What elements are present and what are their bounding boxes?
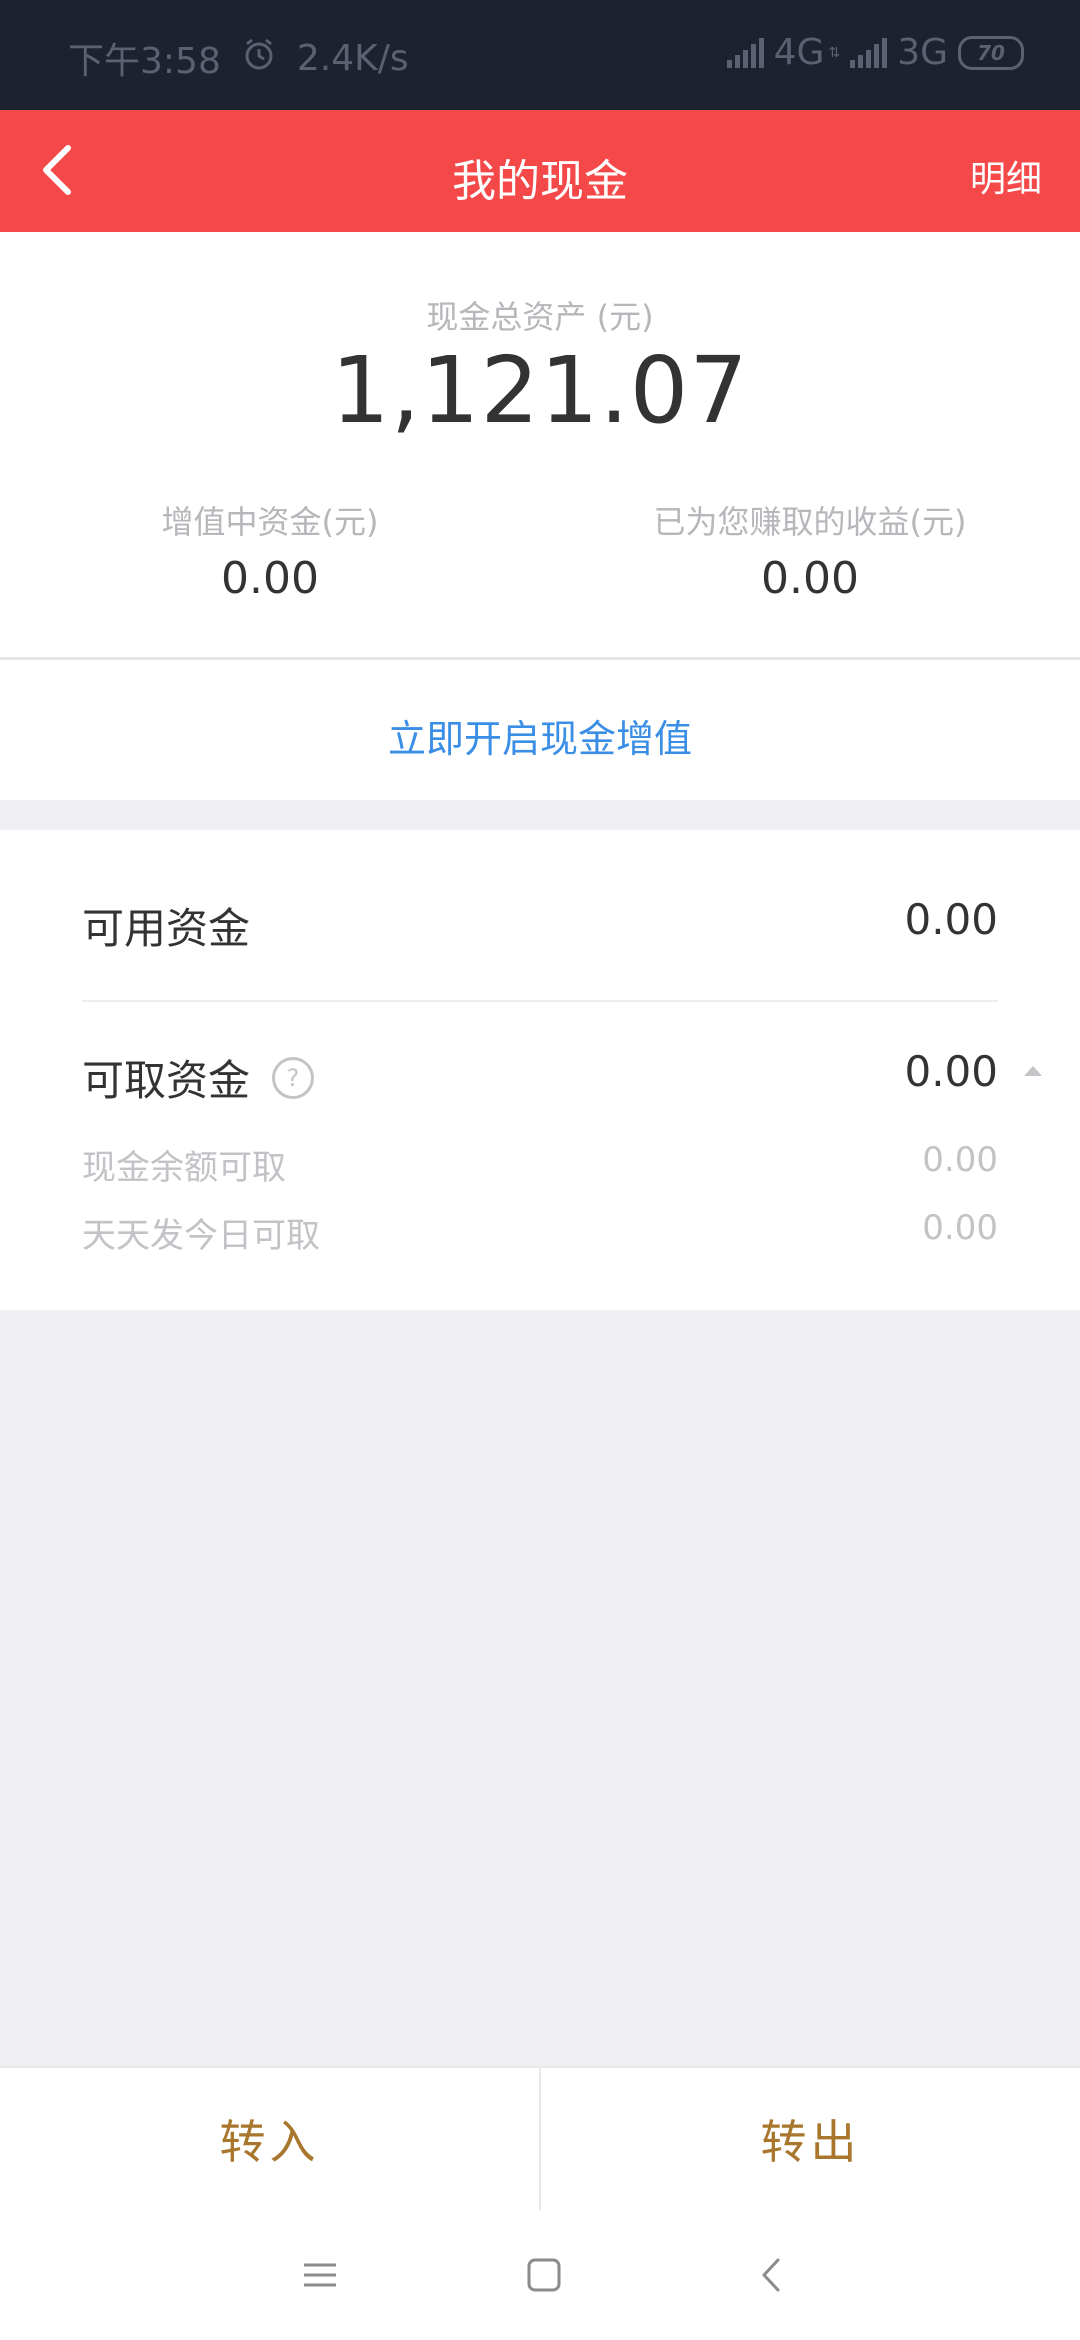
asset-summary: 现金总资产 (元) 1,121.07 增值中资金(元) 0.00 已为您赚取的收… bbox=[0, 232, 1080, 660]
system-nav-bar bbox=[0, 2210, 1080, 2340]
transfer-in-button[interactable]: 转入 bbox=[0, 2068, 541, 2210]
menu-button[interactable] bbox=[300, 2255, 340, 2295]
network-type-2: 3G bbox=[897, 32, 948, 73]
sub-item-label: 天天发今日可取 bbox=[82, 1216, 320, 1256]
growing-funds-value: 0.00 bbox=[221, 553, 319, 604]
signal-icon-2 bbox=[850, 37, 888, 68]
menu-icon bbox=[304, 2263, 336, 2287]
withdrawable-funds-value: 0.00 bbox=[904, 1047, 998, 1096]
net-speed: 2.4K/s bbox=[296, 37, 409, 79]
available-funds-value: 0.00 bbox=[904, 895, 998, 944]
total-assets-value: 1,121.07 bbox=[331, 337, 749, 444]
data-arrows-icon: ⇅ bbox=[828, 44, 841, 61]
sub-item-label: 现金余额可取 bbox=[82, 1148, 286, 1188]
withdrawable-funds-row[interactable]: 可取资金 ? 0.00 bbox=[82, 1047, 998, 1107]
sub-item-value: 0.00 bbox=[922, 1208, 998, 1248]
sub-item-cash-balance: 现金余额可取 0.00 bbox=[82, 1140, 998, 1189]
alarm-icon bbox=[241, 36, 277, 81]
system-back-button[interactable] bbox=[752, 2255, 792, 2295]
battery-icon: 70 bbox=[958, 35, 1024, 70]
signal-icon bbox=[726, 37, 764, 68]
network-type-1: 4G bbox=[773, 32, 825, 73]
divider bbox=[82, 1000, 998, 1002]
funds-card: 可用资金 0.00 可取资金 ? 0.00 现金余额可取 0.00 天天发今日可… bbox=[0, 830, 1080, 1310]
caret-up-icon[interactable] bbox=[1024, 1066, 1042, 1076]
available-funds-row: 可用资金 0.00 bbox=[82, 895, 998, 955]
action-bar: 转入 转出 bbox=[0, 2066, 1080, 2212]
battery-level: 70 bbox=[977, 40, 1005, 65]
activate-growth-link[interactable]: 立即开启现金增值 bbox=[0, 708, 1080, 763]
total-assets-label: 现金总资产 (元) bbox=[426, 298, 654, 336]
earned-income: 已为您赚取的收益(元) 0.00 bbox=[540, 497, 1080, 604]
back-triangle-icon bbox=[762, 2258, 780, 2292]
status-bar: 下午3:58 2.4K/s 4G ⇅ 3G 70 bbox=[0, 0, 1080, 110]
home-button[interactable] bbox=[524, 2255, 564, 2295]
page-title: 我的现金 bbox=[452, 156, 628, 207]
activate-section: 立即开启现金增值 bbox=[0, 660, 1080, 800]
sub-item-value: 0.00 bbox=[922, 1140, 998, 1180]
detail-button[interactable]: 明细 bbox=[970, 150, 1042, 202]
home-icon bbox=[527, 2258, 561, 2292]
nav-bar: 我的现金 明细 bbox=[0, 110, 1080, 232]
withdrawable-funds-label: 可取资金 bbox=[82, 1056, 251, 1105]
sub-item-daily: 天天发今日可取 0.00 bbox=[82, 1208, 998, 1257]
transfer-out-button[interactable]: 转出 bbox=[541, 2068, 1080, 2210]
available-funds-label: 可用资金 bbox=[82, 904, 251, 953]
earned-income-value: 0.00 bbox=[761, 553, 859, 604]
growing-funds: 增值中资金(元) 0.00 bbox=[0, 497, 540, 604]
growing-funds-label: 增值中资金(元) bbox=[161, 503, 379, 541]
earned-income-label: 已为您赚取的收益(元) bbox=[653, 503, 967, 541]
status-time: 下午3:58 bbox=[68, 41, 221, 82]
help-icon[interactable]: ? bbox=[272, 1056, 315, 1099]
